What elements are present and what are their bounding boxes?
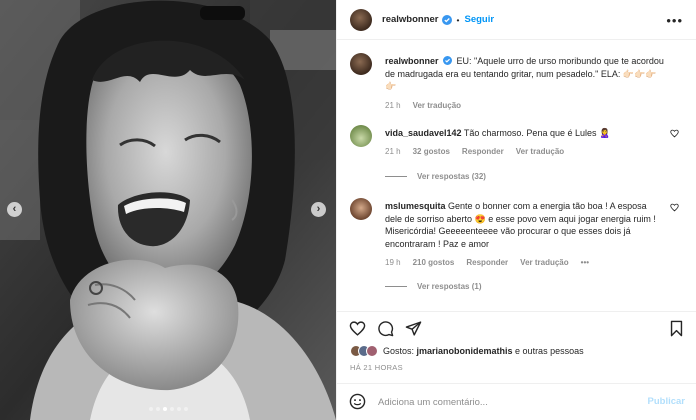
carousel-dot [155,407,160,411]
photo-image [0,0,336,420]
carousel-dot [148,407,153,411]
comment-icon[interactable] [377,320,394,337]
action-bar [337,311,696,341]
caption-username[interactable]: realwbonner [385,56,439,66]
likes-user[interactable]: jmarianobonidemathis [417,346,513,356]
author-username[interactable]: realwbonner [382,14,439,25]
comment-likes[interactable]: 32 gostos [413,147,450,156]
verified-badge-icon [441,14,452,25]
comment-likes[interactable]: 210 gostos [413,258,455,267]
comment-meta: 19 h 210 gostos Responder Ver tradução •… [385,258,589,267]
comment-translate-link[interactable]: Ver tradução [520,258,568,267]
heart-icon[interactable] [349,320,366,337]
reply-button[interactable]: Responder [462,147,504,156]
post-timestamp[interactable]: HÁ 21 HORAS [350,363,403,372]
comment-text: Tão charmoso. Pena que é Lules 🙎‍♀️ [463,128,611,138]
comment-translate-link[interactable]: Ver tradução [516,147,564,156]
caption-translate-link[interactable]: Ver tradução [413,101,461,110]
author-avatar[interactable] [350,8,372,31]
chevron-left-icon[interactable]: ‹ [7,202,22,217]
likes-prefix: Gostos: [383,346,417,356]
emoji-icon[interactable] [349,393,366,410]
bookmark-icon[interactable] [668,320,685,337]
post-header: realwbonner • Seguir ••• [337,0,696,40]
heart-icon[interactable] [670,129,679,138]
comment-time: 21 h [385,147,401,156]
follow-button[interactable]: Seguir [464,14,494,25]
replies-divider [385,176,407,177]
replies-divider [385,286,407,287]
comment-username[interactable]: mslumesquita [385,201,446,211]
more-horizontal-icon[interactable]: ••• [666,13,683,28]
comment-meta: 21 h 32 gostos Responder Ver tradução [385,147,564,156]
share-icon[interactable] [405,320,422,337]
view-replies-label[interactable]: Ver respostas (32) [417,172,486,181]
caption-meta: 21 h Ver tradução [385,101,461,110]
comment-body: vida_saudavel142 Tão charmoso. Pena que … [385,127,665,140]
comment-input[interactable] [378,392,628,412]
instagram-post: ‹ › realwbonner • Seguir ••• realwbonner… [0,0,696,420]
carousel-dot [183,407,188,411]
reply-button[interactable]: Responder [466,258,508,267]
comment-avatar[interactable] [350,125,372,147]
carousel-dots [0,407,336,411]
comments-list[interactable]: realwbonner EU: "Aquele urro de urso mor… [337,41,696,311]
caption-avatar[interactable] [350,53,372,75]
post-photo[interactable]: ‹ › [0,0,336,420]
add-comment-bar: Publicar [337,383,696,420]
verified-badge-icon [443,56,453,65]
caption-time: 21 h [385,101,401,110]
liker-avatar [366,345,378,357]
carousel-dot [176,407,181,411]
header-separator: • [456,14,460,25]
view-replies-button[interactable]: Ver respostas (32) [385,172,486,181]
heart-icon[interactable] [670,203,679,212]
likes-suffix[interactable]: e outras pessoas [513,346,584,356]
likes-summary[interactable]: Gostos: jmarianobonidemathis e outras pe… [350,345,584,357]
carousel-dot-active [162,407,167,411]
comment-avatar[interactable] [350,198,372,220]
carousel-dot [169,407,174,411]
comment-time: 19 h [385,258,401,267]
view-replies-button[interactable]: Ver respostas (1) [385,282,481,291]
publish-button[interactable]: Publicar [648,396,686,407]
likes-text: Gostos: jmarianobonidemathis e outras pe… [383,346,584,356]
chevron-right-icon[interactable]: › [311,202,326,217]
comment-body: mslumesquita Gente o bonner com a energi… [385,200,665,250]
comment-username[interactable]: vida_saudavel142 [385,128,462,138]
post-side-panel: realwbonner • Seguir ••• realwbonner EU:… [336,0,696,420]
comment-more-icon[interactable]: ••• [581,258,589,267]
caption-body: realwbonner EU: "Aquele urro de urso mor… [385,55,665,93]
view-replies-label[interactable]: Ver respostas (1) [417,282,481,291]
